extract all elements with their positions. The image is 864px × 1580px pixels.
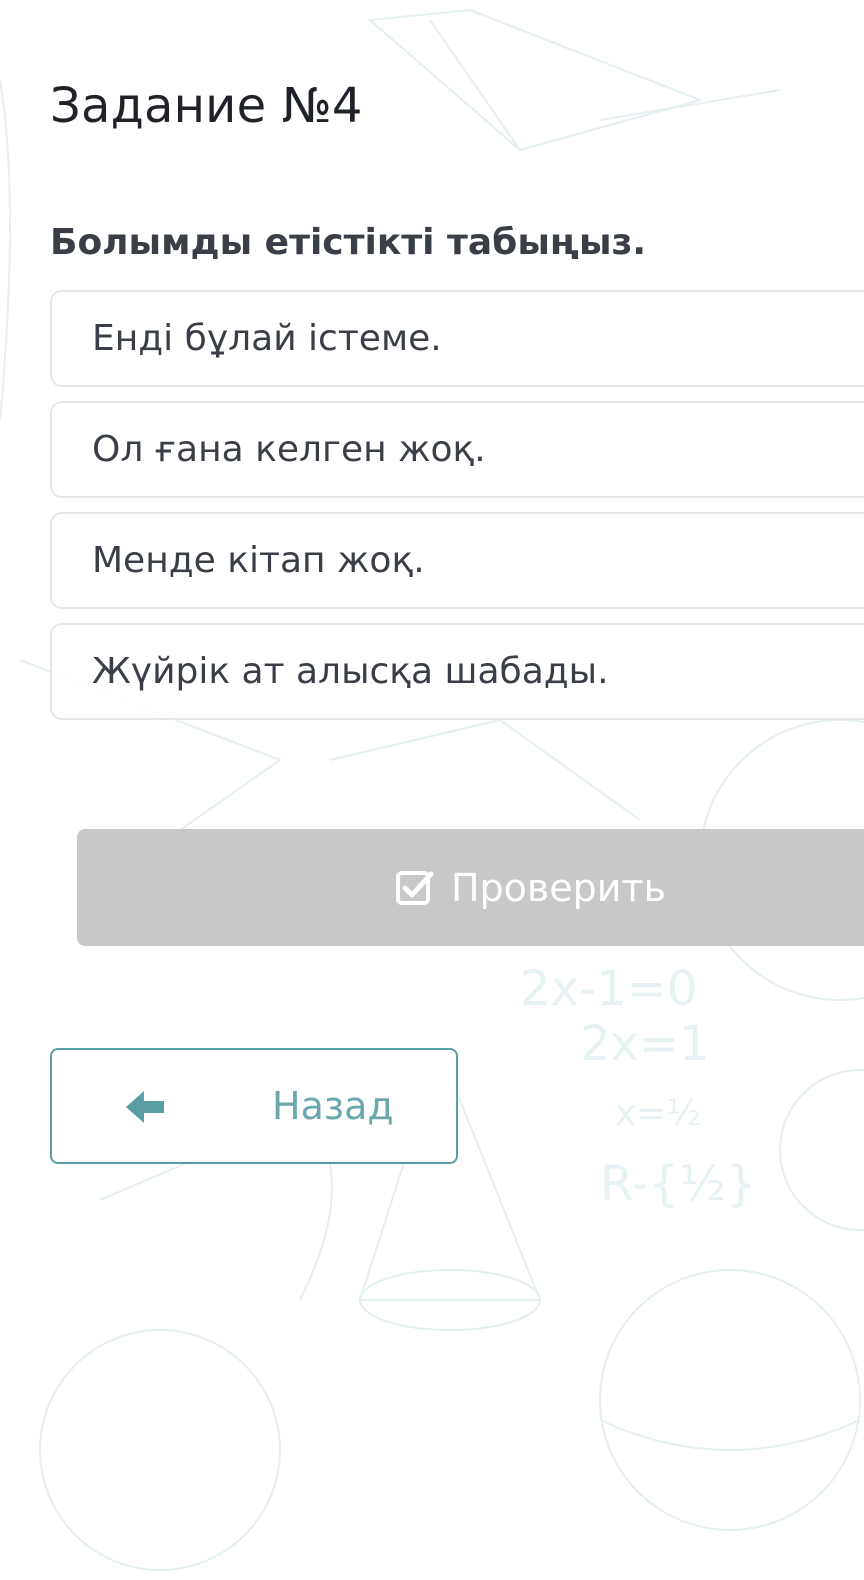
task-page: Задание №4 Болымды етістікті табыңыз. Ен…	[0, 0, 864, 1580]
back-button-label: Назад	[272, 1084, 394, 1128]
back-button[interactable]: Назад	[50, 1048, 458, 1164]
check-button-label: Проверить	[450, 865, 667, 910]
check-button[interactable]: Проверить	[77, 829, 864, 946]
answer-options: Енді бұлай істеме. Ол ғана келген жоқ. М…	[50, 290, 864, 734]
arrow-left-icon	[126, 1091, 164, 1123]
answer-option-2[interactable]: Ол ғана келген жоқ.	[50, 401, 864, 498]
task-title: Задание №4	[50, 78, 363, 134]
answer-option-1[interactable]: Енді бұлай істеме.	[50, 290, 864, 387]
checkbox-checked-icon	[395, 870, 434, 905]
answer-option-3[interactable]: Менде кітап жоқ.	[50, 512, 864, 609]
question-text: Болымды етістікті табыңыз.	[50, 222, 647, 263]
answer-option-4[interactable]: Жүйрік ат алысқа шабады.	[50, 623, 864, 720]
